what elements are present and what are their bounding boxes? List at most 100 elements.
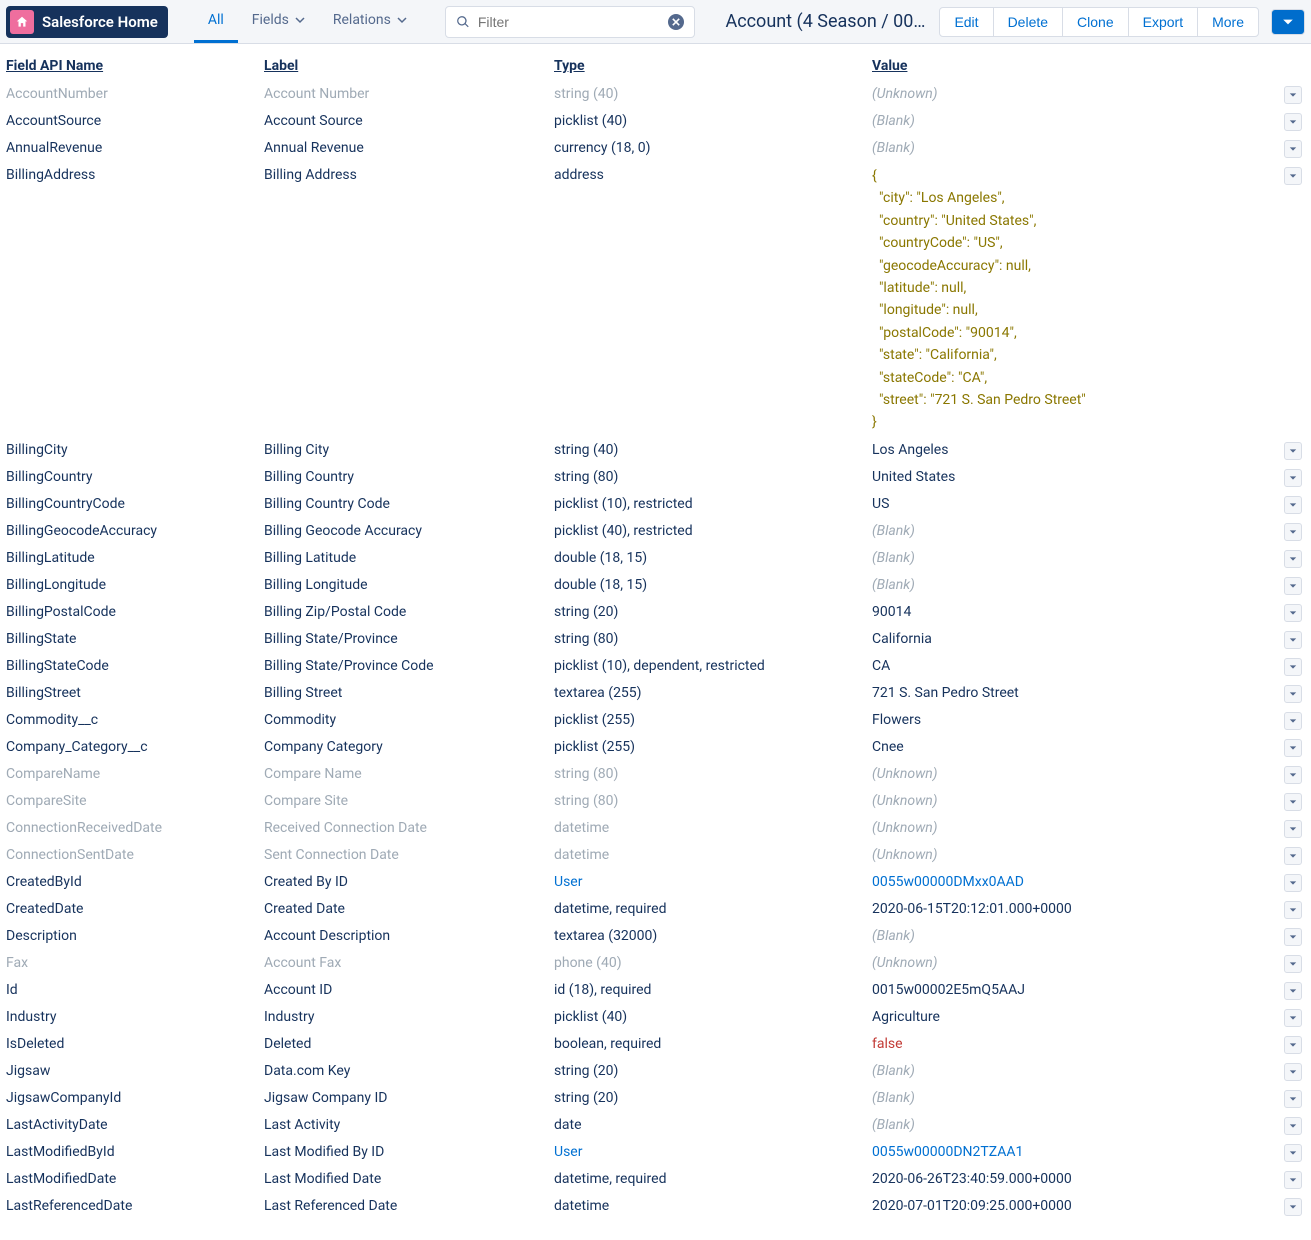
more-dropdown-button[interactable] [1271,9,1305,35]
table-row: CompareNameCompare Namestring (80)(Unkno… [6,761,1305,788]
table-row: JigsawCompanyIdJigsaw Company IDstring (… [6,1085,1305,1112]
table-row: BillingCityBilling Citystring (40)Los An… [6,437,1305,464]
row-menu-button[interactable] [1284,928,1302,946]
clear-filter-button[interactable] [668,14,684,30]
table-row: LastModifiedByIdLast Modified By IDUser0… [6,1139,1305,1166]
row-menu-button[interactable] [1284,86,1302,104]
row-menu-button[interactable] [1284,1090,1302,1108]
field-label: Billing State/Province [264,629,554,650]
row-menu-button[interactable] [1284,469,1302,487]
field-type: string (80) [554,764,872,785]
more-button[interactable]: More [1197,7,1259,37]
field-type: double (18, 15) [554,548,872,569]
row-menu-button[interactable] [1284,442,1302,460]
field-api-name: BillingAddress [6,165,264,434]
search-icon [456,15,470,29]
caret-down-icon [1289,447,1297,455]
tab-all[interactable]: All [194,0,238,43]
value-text: (Unknown) [872,766,938,782]
home-icon [10,10,34,34]
value-link[interactable]: 0055w00000DN2TZAA1 [872,1144,1023,1160]
row-menu-button[interactable] [1284,793,1302,811]
salesforce-home-button[interactable]: Salesforce Home [6,6,168,38]
field-value: (Blank) [872,548,1281,569]
action-buttons: Edit Delete Clone Export More [939,7,1259,37]
tab-relations[interactable]: Relations [319,0,421,43]
row-menu-button[interactable] [1284,955,1302,973]
field-value: (Blank) [872,111,1281,132]
type-link[interactable]: User [554,874,582,890]
edit-button[interactable]: Edit [939,7,993,37]
row-menu-button[interactable] [1284,1063,1302,1081]
caret-down-icon [1289,145,1297,153]
table-row: IdAccount IDid (18), required0015w00002E… [6,977,1305,1004]
row-menu-button[interactable] [1284,1117,1302,1135]
row-menu-button[interactable] [1284,739,1302,757]
field-value: (Unknown) [872,818,1281,839]
field-value: (Unknown) [872,845,1281,866]
field-label: Last Modified Date [264,1169,554,1190]
field-label: Account Number [264,84,554,105]
field-label: Annual Revenue [264,138,554,159]
filter-box[interactable] [445,6,695,38]
row-menu-button[interactable] [1284,874,1302,892]
type-link[interactable]: User [554,1144,582,1160]
filter-input[interactable] [478,14,660,30]
field-api-name: CreatedDate [6,899,264,920]
table-row: IsDeletedDeletedboolean, requiredfalse [6,1031,1305,1058]
header-type[interactable]: Type [554,58,585,74]
field-type: datetime, required [554,899,872,920]
caret-down-icon [1289,906,1297,914]
row-menu-button[interactable] [1284,1171,1302,1189]
row-menu-button[interactable] [1284,523,1302,541]
table-row: LastModifiedDateLast Modified Datedateti… [6,1166,1305,1193]
clone-button[interactable]: Clone [1062,7,1129,37]
field-type: textarea (255) [554,683,872,704]
field-api-name: BillingStreet [6,683,264,704]
caret-down-icon [1289,1176,1297,1184]
table-row: FaxAccount Faxphone (40)(Unknown) [6,950,1305,977]
row-menu-button[interactable] [1284,167,1302,185]
caret-down-icon [1289,172,1297,180]
row-menu-button[interactable] [1284,766,1302,784]
row-menu-button[interactable] [1284,658,1302,676]
row-menu-button[interactable] [1284,901,1302,919]
field-type: string (20) [554,602,872,623]
header-value[interactable]: Value [872,58,907,74]
table-row: LastReferencedDateLast Referenced Dateda… [6,1193,1305,1220]
export-button[interactable]: Export [1128,7,1198,37]
row-menu-button[interactable] [1284,820,1302,838]
row-menu-button[interactable] [1284,712,1302,730]
row-menu-button[interactable] [1284,847,1302,865]
row-menu-button[interactable] [1284,1198,1302,1216]
value-text: (Blank) [872,577,915,593]
header-api[interactable]: Field API Name [6,58,103,74]
tab-fields[interactable]: Fields [238,0,319,43]
delete-button[interactable]: Delete [993,7,1063,37]
field-api-name: BillingGeocodeAccuracy [6,521,264,542]
row-menu-button[interactable] [1284,1144,1302,1162]
row-menu-button[interactable] [1284,496,1302,514]
caret-down-icon [1289,825,1297,833]
row-menu-button[interactable] [1284,550,1302,568]
field-type: User [554,872,872,893]
row-menu-button[interactable] [1284,1036,1302,1054]
value-link[interactable]: 0055w00000DMxx0AAD [872,874,1024,890]
row-menu-button[interactable] [1284,140,1302,158]
row-menu-button[interactable] [1284,604,1302,622]
field-api-name: ConnectionReceivedDate [6,818,264,839]
row-menu-button[interactable] [1284,631,1302,649]
field-value: 0015w00002E5mQ5AAJ [872,980,1281,1001]
value-text: 721 S. San Pedro Street [872,685,1019,701]
header-label[interactable]: Label [264,58,298,74]
field-type: picklist (10), restricted [554,494,872,515]
row-menu-button[interactable] [1284,577,1302,595]
row-menu-button[interactable] [1284,1009,1302,1027]
field-label: Billing Country Code [264,494,554,515]
row-menu-button[interactable] [1284,982,1302,1000]
field-api-name: JigsawCompanyId [6,1088,264,1109]
row-menu-button[interactable] [1284,113,1302,131]
field-type: string (20) [554,1088,872,1109]
row-menu-button[interactable] [1284,685,1302,703]
field-label: Last Activity [264,1115,554,1136]
